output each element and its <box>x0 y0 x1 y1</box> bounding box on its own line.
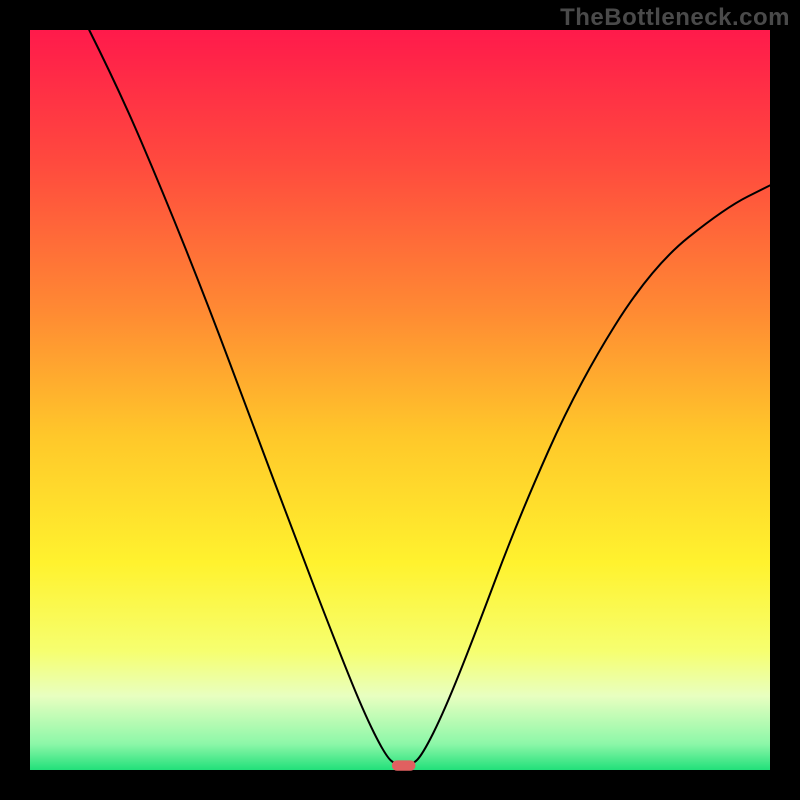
bottleneck-chart <box>0 0 800 800</box>
chart-frame: TheBottleneck.com <box>0 0 800 800</box>
optimal-point-marker <box>392 760 416 770</box>
watermark-text: TheBottleneck.com <box>560 4 790 32</box>
